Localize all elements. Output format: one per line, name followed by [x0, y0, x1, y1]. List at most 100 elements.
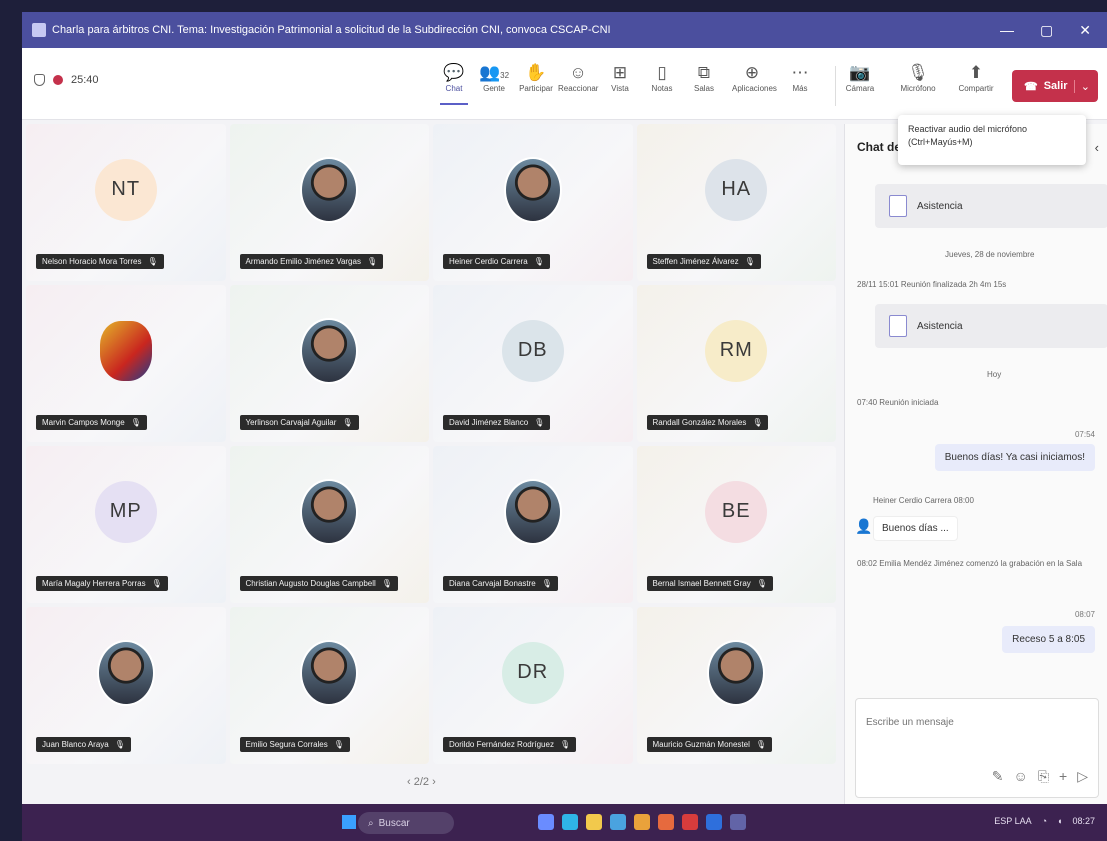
message-composer: ✎ ☺ ⎘ + ▷ — [855, 698, 1099, 798]
view-button[interactable]: ⊞ Vista — [600, 62, 640, 93]
share-button[interactable]: ⬆ Compartir — [956, 62, 996, 93]
close-window-button[interactable]: ✕ — [1079, 22, 1091, 39]
participant-name: David Jiménez Blanco — [449, 418, 529, 427]
avatar-photo — [300, 317, 359, 384]
participant-tile[interactable]: Marvin Campos Monge 🎙 — [26, 285, 226, 442]
my-message: Buenos días! Ya casi iniciamos! — [934, 444, 1095, 471]
emoji-icon[interactable]: ☺ — [1014, 768, 1028, 785]
avatar-photo — [300, 478, 359, 545]
participant-tile[interactable]: MP María Magaly Herrera Porras 🎙 — [26, 446, 226, 603]
participant-name-tag: Juan Blanco Araya 🎙 — [36, 737, 131, 752]
participant-tile[interactable]: DR Dorildo Fernández Rodríguez 🎙 — [433, 607, 633, 764]
react-button[interactable]: ☺ Reaccionar — [558, 62, 598, 93]
participant-name-tag: Armando Emilio Jiménez Vargas 🎙 — [239, 254, 384, 269]
participant-tile[interactable]: Christian Augusto Douglas Campbell 🎙 — [229, 446, 429, 603]
file-explorer-icon[interactable] — [586, 814, 602, 830]
mic-muted-icon: 🎙 — [333, 740, 344, 749]
clock[interactable]: 08:27 — [1072, 816, 1095, 826]
microphone-icon: 🎙 — [907, 63, 929, 82]
chat-button[interactable]: 💬 Chat — [434, 62, 474, 105]
apps-icon: ⊕ — [744, 63, 760, 82]
format-icon[interactable]: ✎ — [992, 768, 1004, 785]
chrome-icon[interactable] — [634, 814, 650, 830]
participant-name: María Magaly Herrera Porras — [42, 579, 146, 588]
participant-tile[interactable]: Yerlinson Carvajal Aguilar 🎙 — [229, 285, 429, 442]
system-message: 28/11 15:01 Reunión finalizada 2h 4m 15s — [857, 280, 1007, 289]
participant-name: Bernal Ismael Bennett Gray — [652, 579, 751, 588]
document-icon — [889, 315, 907, 337]
participant-tile[interactable]: Emilio Segura Corrales 🎙 — [229, 607, 429, 764]
mic-muted-icon: 🎙 — [533, 257, 544, 266]
windows-start-icon[interactable] — [342, 815, 356, 829]
wifi-icon[interactable]: ◔ — [1042, 816, 1047, 826]
acrobat-icon[interactable] — [682, 814, 698, 830]
minimize-button[interactable]: — — [1000, 22, 1014, 39]
participant-name: Mauricio Guzmán Monestel — [652, 740, 750, 749]
participant-tile[interactable]: DB David Jiménez Blanco 🎙 — [433, 285, 633, 442]
participant-tile[interactable]: Juan Blanco Araya 🎙 — [26, 607, 226, 764]
participant-tile[interactable]: Armando Emilio Jiménez Vargas 🎙 — [229, 124, 429, 281]
attendance-card[interactable]: Asistencia — [875, 184, 1107, 228]
store-icon[interactable] — [610, 814, 626, 830]
more-button[interactable]: ⋯ Más — [780, 62, 820, 93]
leave-button[interactable]: ☎ Salir ⌄ — [1012, 70, 1098, 102]
gallery-pager[interactable]: ‹ 2/2 › — [407, 776, 436, 788]
participant-name: Christian Augusto Douglas Campbell — [245, 579, 376, 588]
volume-icon[interactable]: ◖ — [1057, 816, 1062, 826]
camera-button[interactable]: 📷 Cámara — [840, 62, 880, 93]
avatar-initials: MP — [94, 480, 157, 543]
attendance-card[interactable]: Asistencia — [875, 304, 1107, 348]
people-icon: 👥32 — [478, 63, 510, 82]
participant-tile[interactable]: Mauricio Guzmán Monestel 🎙 — [636, 607, 836, 764]
recording-icon — [53, 75, 63, 85]
avatar-initials: BE — [705, 480, 768, 543]
apps-button[interactable]: ⊕ Aplicaciones — [732, 62, 777, 93]
participant-tile[interactable]: NT Nelson Horacio Mora Torres 🎙 — [26, 124, 226, 281]
system-tray: ESP LAA ◔ ◖ 08:27 — [994, 816, 1095, 826]
chevron-down-icon[interactable]: ⌄ — [1073, 79, 1098, 93]
participant-name-tag: Yerlinson Carvajal Aguilar 🎙 — [239, 415, 359, 430]
participant-tile[interactable]: Heiner Cerdio Carrera 🎙 — [433, 124, 633, 281]
attach-icon[interactable]: ⎘ — [1038, 768, 1049, 785]
participant-name: Yerlinson Carvajal Aguilar — [245, 418, 337, 427]
taskbar-search[interactable]: ⌕ Buscar — [358, 812, 454, 834]
participant-name-tag: Mauricio Guzmán Monestel 🎙 — [646, 737, 773, 752]
avatar-initials: HA — [705, 158, 768, 221]
search-icon: ⌕ — [368, 817, 374, 829]
participant-name-tag: Nelson Horacio Mora Torres 🎙 — [36, 254, 164, 269]
participant-tile[interactable]: RM Randall González Morales 🎙 — [636, 285, 836, 442]
people-button[interactable]: 👥32 Gente — [474, 62, 514, 93]
title-bar: Charla para árbitros CNI. Tema: Investig… — [22, 12, 1107, 48]
send-icon[interactable]: ▷ — [1077, 768, 1088, 785]
participant-tile[interactable]: BE Bernal Ismael Bennett Gray 🎙 — [636, 446, 836, 603]
task-view-icon[interactable] — [538, 814, 554, 830]
system-message: 07:40 Reunión iniciada — [857, 398, 939, 407]
mic-muted-icon: 🎙 — [752, 418, 763, 427]
participant-tile[interactable]: Diana Carvajal Bonastre 🎙 — [433, 446, 633, 603]
tray-lang[interactable]: ESP LAA — [994, 816, 1031, 826]
edge-icon[interactable] — [562, 814, 578, 830]
close-chat-icon[interactable]: ‹ — [1095, 140, 1099, 155]
meeting-timer: 25:40 — [71, 74, 99, 86]
notes-button[interactable]: ▯ Notas — [642, 62, 682, 93]
maximize-button[interactable]: ▢ — [1040, 22, 1053, 39]
microphone-button[interactable]: 🎙 Micrófono — [898, 62, 938, 93]
teams-icon[interactable] — [730, 814, 746, 830]
mic-muted-icon: 🎙 — [381, 579, 392, 588]
participant-name-tag: Heiner Cerdio Carrera 🎙 — [443, 254, 550, 269]
message-input[interactable] — [866, 717, 1066, 728]
outlook-icon[interactable] — [706, 814, 722, 830]
participant-name-tag: Christian Augusto Douglas Campbell 🎙 — [239, 576, 398, 591]
participant-name-tag: Marvin Campos Monge 🎙 — [36, 415, 147, 430]
participant-tile[interactable]: HA Steffen Jiménez Álvarez 🎙 — [636, 124, 836, 281]
rooms-button[interactable]: ⧉ Salas — [684, 62, 724, 93]
add-icon[interactable]: + — [1059, 768, 1067, 785]
firefox-icon[interactable] — [658, 814, 674, 830]
meeting-status: 25:40 — [34, 74, 99, 86]
participant-name: Armando Emilio Jiménez Vargas — [245, 257, 361, 266]
raise-hand-button[interactable]: ✋ Participar — [516, 62, 556, 93]
date-divider: Hoy — [987, 370, 1002, 379]
teams-window: Charla para árbitros CNI. Tema: Investig… — [22, 12, 1107, 841]
avatar-photo — [96, 639, 155, 706]
avatar-initials: DB — [501, 319, 564, 382]
